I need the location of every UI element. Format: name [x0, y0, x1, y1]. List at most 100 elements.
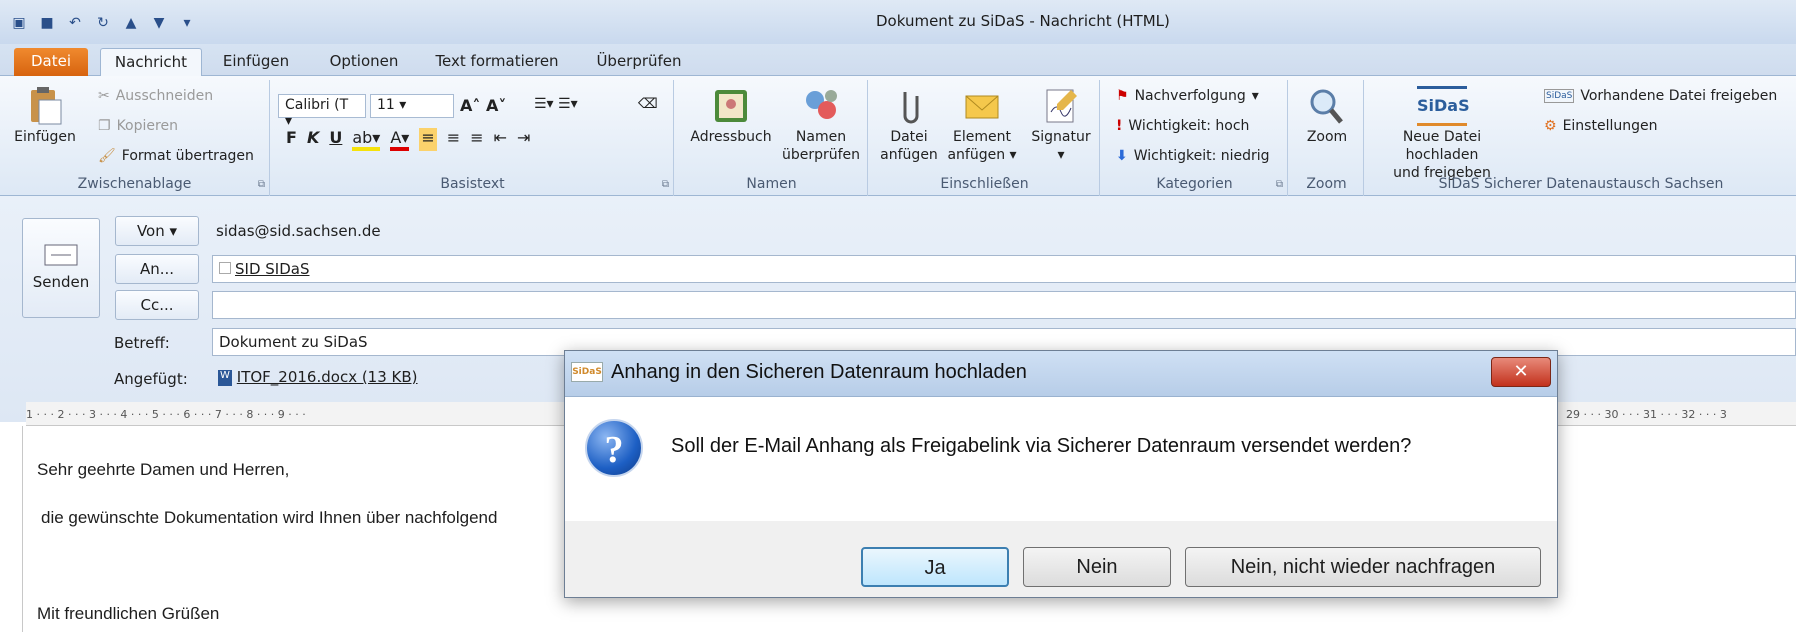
format-painter-button[interactable]: 🖌 Format übertragen: [98, 148, 254, 164]
brush-icon: 🖌: [98, 148, 116, 164]
tab-message[interactable]: Nachricht: [100, 48, 202, 76]
customize-qat-icon[interactable]: ▾: [176, 12, 198, 34]
font-size-select[interactable]: 11 ▾: [370, 94, 454, 118]
format-buttons: F K U ab▾ A▾ ≡ ≡ ≡ ⇤ ⇥: [286, 128, 530, 151]
align-center-icon[interactable]: ≡: [447, 128, 460, 151]
names-group-label: Namen: [746, 176, 797, 192]
ribbon-tabs: Datei Nachricht Einfügen Optionen Text f…: [0, 44, 1796, 76]
redo-icon[interactable]: ↻: [92, 12, 114, 34]
attach-file-label-1: Datei: [890, 129, 928, 145]
settings-button[interactable]: ⚙ Einstellungen: [1544, 118, 1657, 134]
question-icon: ?: [585, 419, 643, 477]
underline-icon[interactable]: U: [329, 128, 342, 151]
basic-text-launcher-icon[interactable]: ⧉: [662, 179, 669, 190]
gear-icon: ⚙: [1544, 118, 1557, 134]
group-sidas: SiDaS Neue Datei hochladen und freigeben…: [1366, 80, 1796, 196]
yes-button[interactable]: Ja: [861, 547, 1009, 587]
font-family-select[interactable]: Calibri (T ▾: [278, 94, 366, 129]
clipboard-launcher-icon[interactable]: ⧉: [258, 179, 265, 190]
recipient-checkbox-icon: [219, 262, 231, 274]
indent-icon[interactable]: ⇥: [517, 128, 530, 151]
bold-icon[interactable]: F: [286, 128, 297, 151]
group-names: Adressbuch Namen überprüfen Namen: [676, 80, 868, 196]
tab-insert[interactable]: Einfügen: [218, 48, 294, 76]
follow-up-button[interactable]: ⚑ Nachverfolgung ▾: [1116, 88, 1259, 104]
close-icon[interactable]: ✕: [1491, 357, 1551, 387]
send-button[interactable]: Senden: [22, 218, 100, 318]
signature-label: Signatur: [1031, 129, 1091, 145]
align-left-icon[interactable]: ≡: [419, 128, 437, 151]
tags-launcher-icon[interactable]: ⧉: [1276, 179, 1283, 190]
attach-item-button[interactable]: Element anfügen ▾: [942, 86, 1022, 164]
undo-icon[interactable]: ↶: [64, 12, 86, 34]
align-right-icon[interactable]: ≡: [470, 128, 483, 151]
dialog-content: ? Soll der E-Mail Anhang als Freigabelin…: [565, 397, 1557, 521]
ruler-ticks-right: 29 · · · 30 · · · 31 · · · 32 · · · 3: [1566, 408, 1727, 421]
sidas-small-icon: SiDaS: [1544, 89, 1575, 103]
share-existing-button[interactable]: SiDaS Vorhandene Datei freigeben: [1544, 88, 1777, 104]
attachment-link[interactable]: ITOF_2016.docx (13 KB): [237, 368, 418, 386]
sidas-dialog-icon: SiDaS: [571, 362, 603, 382]
zoom-group-label: Zoom: [1306, 176, 1347, 192]
to-recipient[interactable]: SID SIDaS: [235, 260, 309, 278]
no-never-ask-button[interactable]: Nein, nicht wieder nachfragen: [1185, 547, 1541, 587]
check-names-button[interactable]: Namen überprüfen: [776, 86, 866, 164]
dialog-title-bar: SiDaS Anhang in den Sicheren Datenraum h…: [565, 351, 1557, 397]
check-names-icon: [806, 90, 837, 119]
outdent-icon[interactable]: ⇤: [494, 128, 507, 151]
attach-file-button[interactable]: Datei anfügen: [876, 86, 942, 164]
address-book-button[interactable]: Adressbuch: [684, 86, 778, 146]
next-icon[interactable]: ▼: [148, 12, 170, 34]
previous-icon[interactable]: ▲: [120, 12, 142, 34]
cut-button[interactable]: ✂ Ausschneiden: [98, 88, 213, 104]
to-button[interactable]: An...: [115, 254, 199, 284]
copy-button[interactable]: ❐ Kopieren: [98, 118, 178, 134]
low-importance-button[interactable]: ⬇ Wichtigkeit: niedrig: [1116, 148, 1270, 164]
tab-options[interactable]: Optionen: [324, 48, 404, 76]
sidas-group-label: SiDaS Sicherer Datenaustausch Sachsen: [1438, 176, 1724, 192]
to-field[interactable]: SID SIDaS: [212, 255, 1796, 283]
italic-icon[interactable]: K: [307, 128, 319, 151]
basic-text-group-label: Basistext: [440, 176, 505, 192]
word-doc-icon: W: [218, 369, 232, 386]
cc-button[interactable]: Cc...: [115, 290, 199, 320]
signature-button[interactable]: Signatur ▾: [1026, 86, 1096, 164]
window-title: Dokument zu SiDaS - Nachricht (HTML): [876, 12, 1170, 30]
font-size-value: 11: [377, 97, 395, 113]
share-existing-label: Vorhandene Datei freigeben: [1580, 88, 1778, 104]
sidas-logo: SiDaS: [1417, 86, 1470, 126]
highlight-icon[interactable]: ab▾: [352, 128, 381, 151]
outlook-compose-window: ▣ ■ ↶ ↻ ▲ ▼ ▾ Dokument zu SiDaS - Nachri…: [0, 0, 1796, 632]
copy-label: Kopieren: [116, 118, 178, 134]
cc-field[interactable]: [212, 291, 1796, 319]
tab-format-text[interactable]: Text formatieren: [432, 48, 562, 76]
format-painter-label: Format übertragen: [121, 148, 254, 164]
tab-file[interactable]: Datei: [14, 48, 88, 76]
copy-icon: ❐: [98, 118, 111, 134]
tab-review[interactable]: Überprüfen: [592, 48, 686, 76]
high-importance-button[interactable]: ! Wichtigkeit: hoch: [1116, 118, 1249, 134]
down-arrow-icon: ⬇: [1116, 148, 1128, 164]
zoom-button[interactable]: Zoom: [1296, 86, 1358, 146]
font-color-icon[interactable]: A▾: [390, 128, 410, 151]
scissors-icon: ✂: [98, 88, 110, 104]
group-include: Datei anfügen Element anfügen ▾ Signatur…: [870, 80, 1100, 196]
upload-share-button[interactable]: SiDaS Neue Datei hochladen und freigeben: [1372, 86, 1512, 182]
follow-up-label: Nachverfolgung: [1134, 88, 1246, 104]
paste-button[interactable]: Einfügen: [14, 86, 76, 146]
group-basic-text: Calibri (T ▾ 11 ▾ A˄ A˅ ☰▾ ☰▾ ⌫ F K U ab…: [272, 80, 674, 196]
clear-format-icon[interactable]: ⌫: [638, 96, 658, 112]
bullets-icon[interactable]: ☰▾ ☰▾: [534, 96, 578, 112]
window-menu-icon[interactable]: ▣: [8, 12, 30, 34]
send-label: Senden: [32, 273, 90, 291]
grow-font-icon[interactable]: A˄ A˅: [460, 96, 506, 115]
from-button[interactable]: Von ▾: [115, 216, 199, 246]
save-icon[interactable]: ■: [36, 12, 58, 34]
no-button[interactable]: Nein: [1023, 547, 1171, 587]
body-closing: Mit freundlichen Grüßen: [37, 604, 220, 623]
high-importance-label: Wichtigkeit: hoch: [1128, 118, 1250, 134]
group-zoom: Zoom Zoom: [1290, 80, 1364, 196]
group-tags: ⚑ Nachverfolgung ▾ ! Wichtigkeit: hoch ⬇ Wi…: [1102, 80, 1288, 196]
ruler-ticks-left: 1 · · · 2 · · · 3 · · · 4 · · · 5 · · · …: [26, 408, 306, 421]
paperclip-icon: [903, 92, 919, 124]
